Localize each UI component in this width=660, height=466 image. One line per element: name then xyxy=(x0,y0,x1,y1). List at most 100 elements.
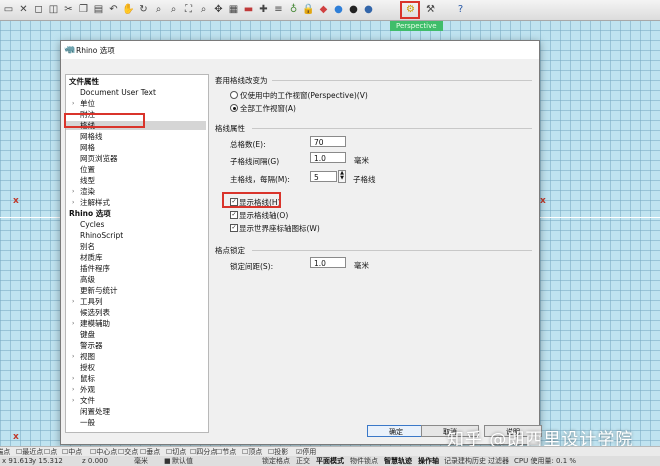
tree-item[interactable]: › 外观 xyxy=(66,385,206,394)
tree-item[interactable]: 材质库 xyxy=(66,253,206,262)
main-toolbar: ▭ ✕ ◻ ◫ ✂ ❐ ▤ ↶ ✋ ↻ ⌕ ⌕ ⛶ ⌕ ✥ ▦ ▬ ✚ ≡ ♁ 🔒 ◆ ● ● ● ⚒ ⚙? xyxy=(0,0,660,21)
tree-item[interactable]: › 鼠标 xyxy=(66,374,206,383)
expand-chevron-icon[interactable]: › xyxy=(72,187,78,196)
snap-spacing-input[interactable]: 1.0 xyxy=(310,257,346,268)
coord-y: y 15.312 xyxy=(32,457,63,465)
smarttrack-toggle[interactable]: 智慧轨迹 xyxy=(384,456,412,466)
tree-item[interactable]: › 注解样式 xyxy=(66,198,206,207)
show-world-axes-checkbox[interactable]: ✓ xyxy=(230,224,238,232)
show-axes-label[interactable]: 显示格线轴(O) xyxy=(239,210,288,221)
tree-item-label: 高级 xyxy=(80,275,95,284)
tree-item[interactable]: 键盘 xyxy=(66,330,206,339)
tree-item[interactable]: › 视图 xyxy=(66,352,206,361)
ortho-toggle[interactable]: 正交 xyxy=(296,456,310,466)
car-icon[interactable]: ▬ xyxy=(242,3,255,16)
tree-item[interactable]: 位置 xyxy=(66,165,206,174)
sub-spacing-label: 子格线间隔(G) xyxy=(230,157,280,166)
tree-item[interactable]: 授权 xyxy=(66,363,206,372)
gumball-toggle[interactable]: 操作轴 xyxy=(418,456,439,466)
dialog-title-bar[interactable]: 🦏 Rhino 选项 xyxy=(61,41,539,59)
tree-item[interactable]: 一般 xyxy=(66,418,206,427)
coord-x: x 91.613 xyxy=(2,457,33,465)
save-icon[interactable]: ◻ xyxy=(32,3,45,16)
tree-item[interactable]: 更新与统计 xyxy=(66,286,206,295)
shaded-sphere-icon[interactable]: ● xyxy=(332,3,345,16)
tree-item[interactable]: 别名 xyxy=(66,242,206,251)
tree-item[interactable]: 插件程序 xyxy=(66,264,206,273)
ghost-sphere-icon[interactable]: ● xyxy=(362,3,375,16)
expand-chevron-icon[interactable]: › xyxy=(72,319,78,328)
rendered-sphere-icon[interactable]: ● xyxy=(347,3,360,16)
tree-item[interactable]: Cycles xyxy=(66,220,206,229)
osnap-toggle[interactable]: 物件锁点 xyxy=(350,456,378,466)
expand-chevron-icon[interactable]: › xyxy=(72,374,78,383)
tree-item[interactable]: 网格线 xyxy=(66,132,206,141)
help-icon[interactable]: ? xyxy=(454,3,467,16)
pan-icon[interactable]: ✋ xyxy=(122,3,135,16)
show-world-axes-label[interactable]: 显示世界座标轴图标(W) xyxy=(239,223,320,234)
tree-item[interactable]: › 文件 xyxy=(66,396,206,405)
radio-all-label[interactable]: 全部工作视窗(A) xyxy=(240,103,296,114)
tree-item[interactable]: › 渲染 xyxy=(66,187,206,196)
zoom-window-icon[interactable]: ⌕ xyxy=(167,3,180,16)
expand-chevron-icon[interactable]: › xyxy=(72,352,78,361)
tools-icon[interactable]: ⚒ xyxy=(424,3,437,16)
zoom-icon[interactable]: ⌕ xyxy=(152,3,165,16)
grid-snap-toggle[interactable]: 锁定格点 xyxy=(262,456,290,466)
record-history-toggle[interactable]: 记录建构历史 xyxy=(444,456,486,466)
ok-button[interactable]: 确定 xyxy=(367,425,425,437)
layer-icon[interactable]: ✚ xyxy=(257,3,270,16)
properties-icon[interactable]: ≡ xyxy=(272,3,285,16)
tree-item[interactable]: 线型 xyxy=(66,176,206,185)
show-axes-checkbox[interactable]: ✓ xyxy=(230,211,238,219)
expand-chevron-icon[interactable]: › xyxy=(72,99,78,108)
zoom-selected-icon[interactable]: ⌕ xyxy=(197,3,210,16)
lock-icon[interactable]: 🔒 xyxy=(302,3,315,16)
tree-item[interactable]: 警示器 xyxy=(66,341,206,350)
tree-item[interactable]: RhinoScript xyxy=(66,231,206,240)
section-rule xyxy=(252,128,532,129)
tree-category[interactable]: Rhino 选项 xyxy=(66,209,206,218)
render-icon[interactable]: ◆ xyxy=(317,3,330,16)
grid-icon[interactable]: ▦ xyxy=(227,3,240,16)
cut-icon[interactable]: ✂ xyxy=(62,3,75,16)
tree-item[interactable]: Document User Text xyxy=(66,88,206,97)
open-file-icon[interactable]: ✕ xyxy=(17,3,30,16)
rotate-icon[interactable]: ↻ xyxy=(137,3,150,16)
viewport-tab-perspective[interactable]: Perspective xyxy=(390,21,443,31)
print-icon[interactable]: ◫ xyxy=(47,3,60,16)
zoom-extents-icon[interactable]: ⛶ xyxy=(182,3,195,16)
tree-item[interactable]: 高级 xyxy=(66,275,206,284)
radio-perspective[interactable] xyxy=(230,91,238,99)
expand-chevron-icon[interactable]: › xyxy=(72,396,78,405)
sub-spacing-input[interactable]: 1.0 xyxy=(310,152,346,163)
expand-chevron-icon[interactable]: › xyxy=(72,198,78,207)
light-icon[interactable]: ♁ xyxy=(287,3,300,16)
expand-chevron-icon[interactable]: › xyxy=(72,385,78,394)
major-every-stepper[interactable]: ▲ ▼ xyxy=(338,170,346,183)
tree-item[interactable]: › 工具列 xyxy=(66,297,206,306)
copy-icon[interactable]: ❐ xyxy=(77,3,90,16)
move-icon[interactable]: ✥ xyxy=(212,3,225,16)
radio-all-viewports[interactable] xyxy=(230,104,238,112)
expand-chevron-icon[interactable]: › xyxy=(72,297,78,306)
new-file-icon[interactable]: ▭ xyxy=(2,3,15,16)
layer-swatch-icon: ■ xyxy=(164,457,171,465)
undo-icon[interactable]: ↶ xyxy=(107,3,120,16)
current-layer[interactable]: 默认值 xyxy=(172,456,193,466)
major-every-input[interactable]: 5 xyxy=(310,171,337,182)
tree-item[interactable]: 网页浏览器 xyxy=(66,154,206,163)
total-grid-input[interactable]: 70 xyxy=(310,136,346,147)
tree-item[interactable]: › 建模辅助 xyxy=(66,319,206,328)
filter-toggle[interactable]: 过滤器 xyxy=(488,456,509,466)
tree-item[interactable]: 闲置处理 xyxy=(66,407,206,416)
tree-item[interactable]: 候选列表 xyxy=(66,308,206,317)
tree-item[interactable]: › 单位 xyxy=(66,99,206,108)
tree-item[interactable]: 网格 xyxy=(66,143,206,152)
osnap-label: 最近点 xyxy=(22,448,44,456)
planar-toggle[interactable]: 平面模式 xyxy=(316,456,344,466)
tree-category[interactable]: 文件属性 xyxy=(66,77,206,86)
paste-icon[interactable]: ▤ xyxy=(92,3,105,16)
tree-item-label: 材质库 xyxy=(80,253,103,262)
radio-perspective-label[interactable]: 仅使用中的工作视窗(Perspective)(V) xyxy=(240,90,368,101)
